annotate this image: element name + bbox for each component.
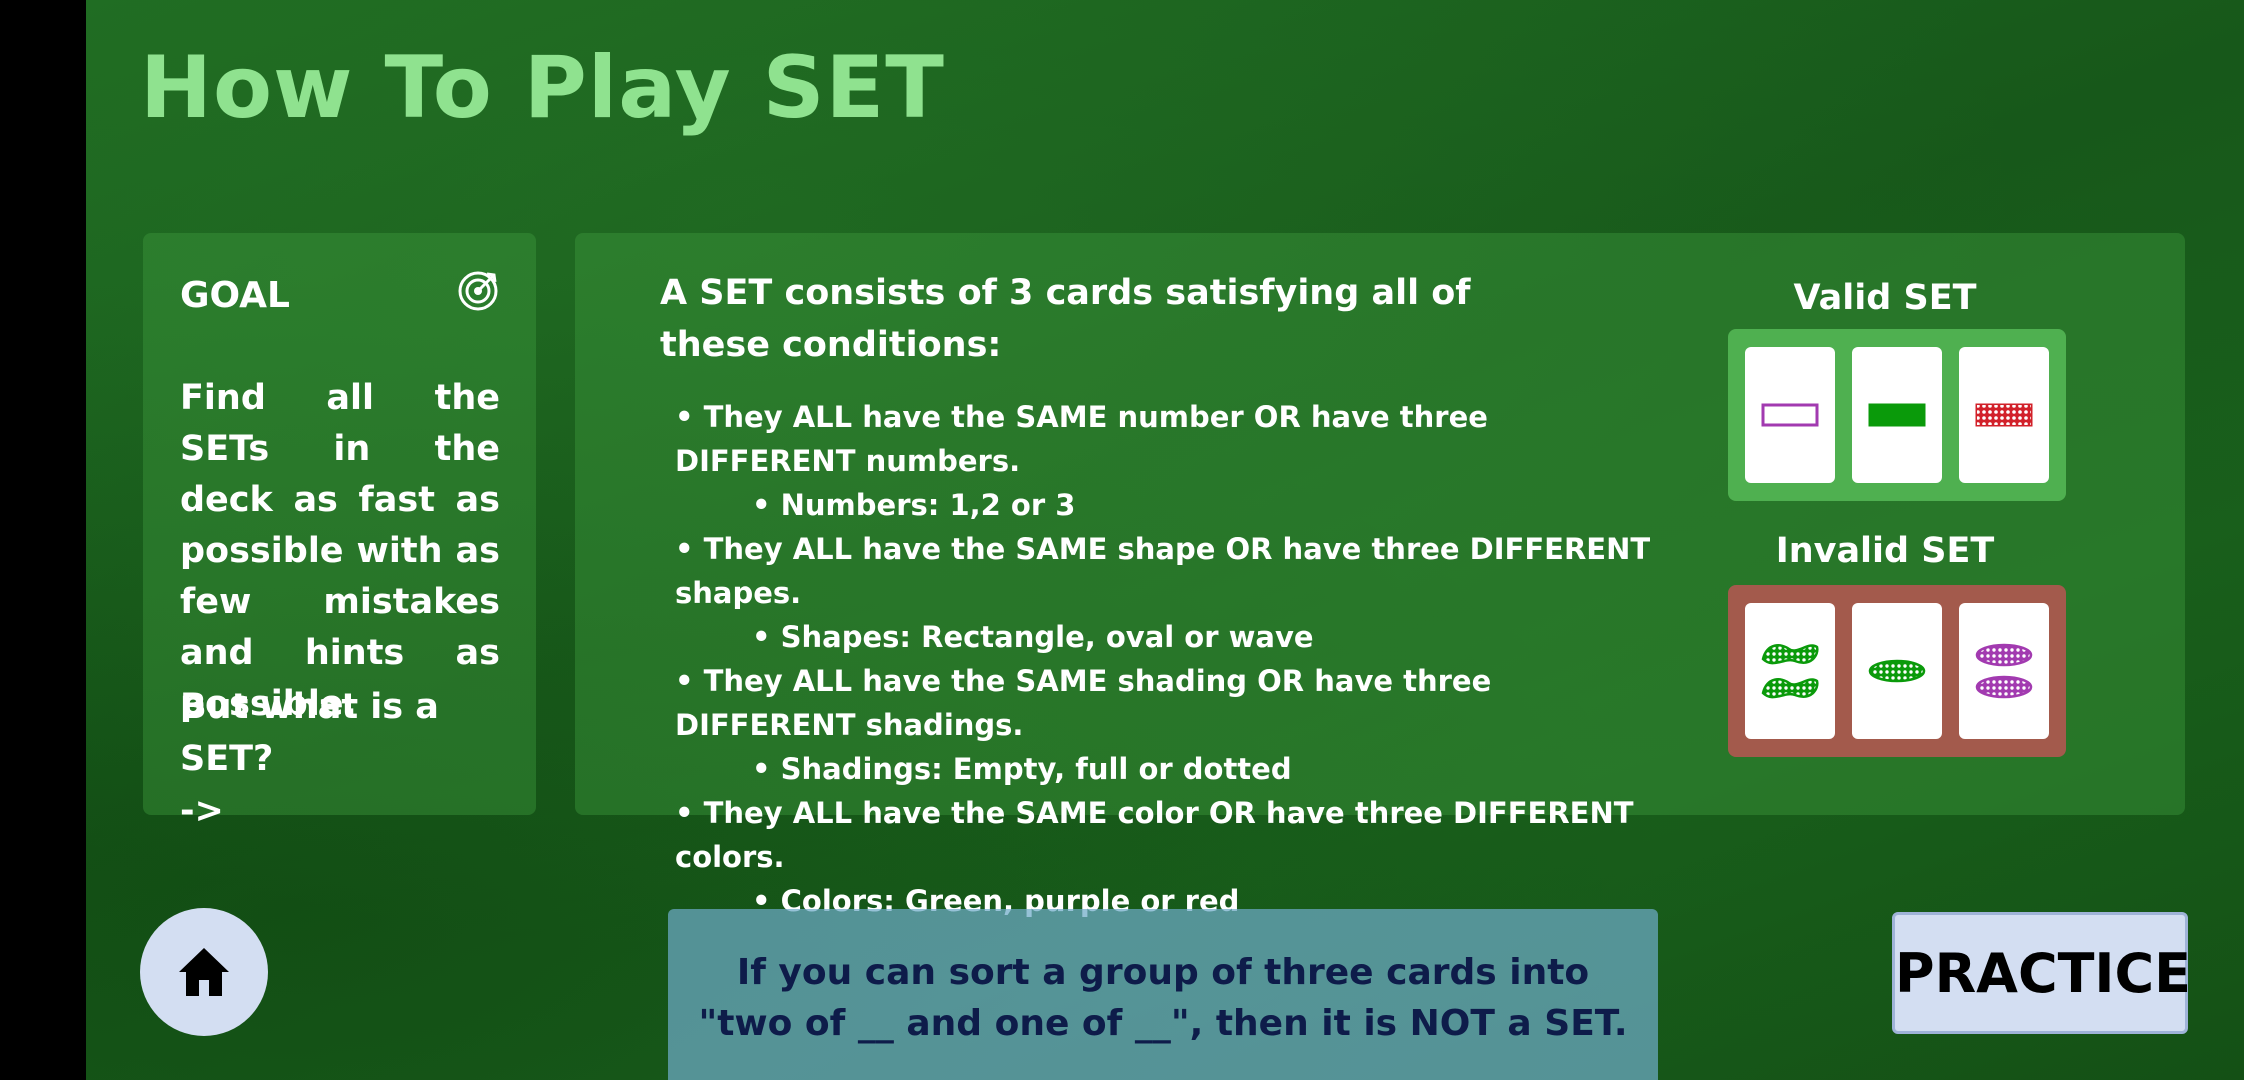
hint-banner: If you can sort a group of three cards i… [668, 909, 1658, 1080]
full-green-rectangle [1868, 403, 1926, 427]
target-icon [458, 271, 498, 311]
dotted-purple-oval [1975, 643, 2033, 667]
set-card [1959, 603, 2049, 739]
set-card [1745, 347, 1835, 483]
home-button[interactable] [140, 908, 268, 1036]
hint-line-1: If you can sort a group of three cards i… [736, 952, 1590, 993]
goal-question-text: But what is a SET? [180, 687, 439, 779]
goal-arrow: -> [180, 791, 224, 831]
dotted-green-wave [1761, 644, 1819, 665]
rules-list: • They ALL have the SAME number OR have … [675, 395, 1675, 923]
dotted-green-oval [1868, 659, 1926, 683]
dotted-green-wave [1761, 678, 1819, 699]
goal-panel: GOAL Find all the SETs in the deck as fa… [143, 233, 536, 831]
rules-panel: A SET consists of 3 cards satisfying all… [575, 233, 2185, 918]
set-card [1745, 603, 1835, 739]
hint-line-2: "two of __ and one of __", then it is NO… [698, 1003, 1628, 1044]
set-card [1852, 603, 1942, 739]
rule-shading: • They ALL have the SAME shading OR have… [675, 664, 1492, 742]
set-card [1959, 347, 2049, 483]
dotted-purple-oval [1975, 675, 2033, 699]
empty-purple-rectangle [1761, 403, 1819, 427]
rule-number: • They ALL have the SAME number OR have … [675, 400, 1488, 478]
rule-shape-detail: • Shapes: Rectangle, oval or wave [752, 620, 1314, 654]
goal-heading: GOAL [180, 275, 290, 316]
home-icon [179, 948, 229, 996]
rule-number-detail: • Numbers: 1,2 or 3 [752, 488, 1076, 522]
goal-question: But what is a SET? -> [180, 681, 510, 837]
dotted-red-rectangle [1975, 403, 2033, 427]
invalid-set-label: Invalid SET [1775, 531, 1995, 571]
rule-shape: • They ALL have the SAME shape OR have t… [675, 532, 1651, 610]
rule-shading-detail: • Shadings: Empty, full or dotted [752, 752, 1292, 786]
app-screen: How To Play SET GOAL Find all the SETs i… [86, 0, 2244, 1080]
rule-color: • They ALL have the SAME color OR have t… [675, 796, 1634, 874]
invalid-set-example [1728, 585, 2066, 757]
valid-set-label: Valid SET [1793, 278, 1977, 318]
set-card [1852, 347, 1942, 483]
rules-intro: A SET consists of 3 cards satisfying all… [660, 273, 1471, 365]
page-title: How To Play SET [140, 38, 945, 138]
valid-set-example [1728, 329, 2066, 501]
goal-description: Find all the SETs in the deck as fast as… [180, 378, 500, 724]
practice-button[interactable]: PRACTICE [1892, 912, 2191, 1034]
